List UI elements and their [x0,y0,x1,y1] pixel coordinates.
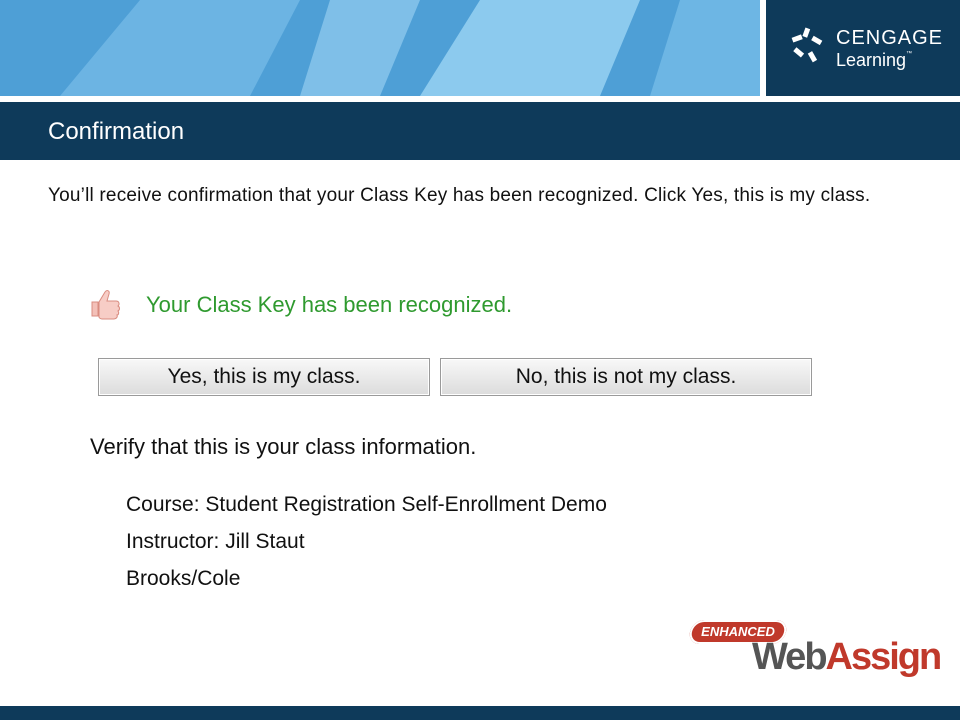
verify-heading: Verify that this is your class informati… [90,434,477,459]
banner-pattern [0,0,760,96]
course-name: Course: Student Registration Self-Enroll… [126,493,607,516]
header-banner: CENGAGE Learning™ [0,0,960,96]
no-this-is-not-my-class-button[interactable]: No, this is not my class. [440,358,812,396]
cengage-logo-icon [791,27,823,63]
class-info: Course: Student Registration Self-Enroll… [126,486,607,597]
instructor-name: Instructor: Jill Staut [126,530,305,553]
logo-line2: Learning™ [836,50,913,70]
webassign-wordmark: WebAssign [752,636,942,678]
class-key-confirmation-panel: Your Class Key has been recognized. Yes,… [88,282,828,602]
status-message: Your Class Key has been recognized. [146,292,513,317]
instruction-text: You’ll receive confirmation that your Cl… [48,185,871,206]
cengage-logo: CENGAGE Learning™ [766,0,960,96]
cengage-logo-text: CENGAGE Learning™ [836,28,943,69]
slide-title: Confirmation [48,118,185,145]
title-bar: Confirmation [0,102,960,160]
thumbs-up-icon [91,290,120,320]
logo-line1: CENGAGE [836,27,944,49]
footer-bar [0,706,960,720]
publisher-name: Brooks/Cole [126,567,241,590]
enhanced-webassign-logo: ENHANCED WebAssign [687,618,942,684]
yes-this-is-my-class-button[interactable]: Yes, this is my class. [98,358,430,396]
